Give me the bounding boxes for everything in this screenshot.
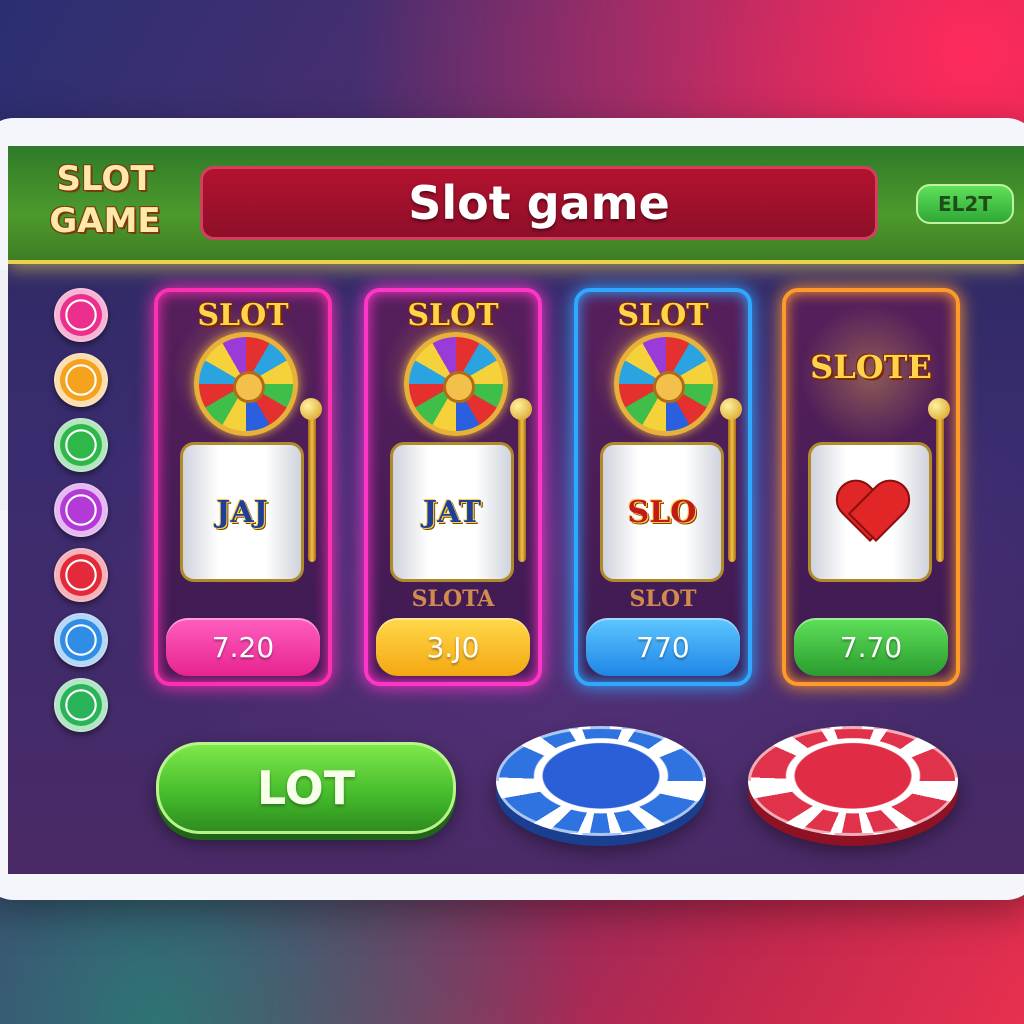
machine-3-win-value: 770 bbox=[586, 618, 740, 676]
level-badge-label: EL2T bbox=[938, 192, 992, 216]
machine-2-reel: JAT bbox=[390, 442, 514, 582]
machine-4-lever-icon[interactable] bbox=[928, 398, 950, 562]
machine-3-win-text: 770 bbox=[636, 630, 690, 664]
machine-3-wheel-icon bbox=[614, 332, 718, 436]
red-chip-button[interactable] bbox=[748, 726, 958, 836]
heart-icon bbox=[836, 482, 904, 542]
machine-3-lever-icon[interactable] bbox=[720, 398, 742, 562]
machine-1-win-value: 7.20 bbox=[166, 618, 320, 676]
machine-3-bottom-label: SLOT bbox=[629, 586, 697, 612]
machine-3-reel: SLO bbox=[600, 442, 724, 582]
machine-2-title: SLOT bbox=[407, 298, 499, 333]
slot-machine-3[interactable]: SLOT SLO SLOT 770 bbox=[574, 288, 752, 686]
blue-chip-button[interactable] bbox=[496, 726, 706, 836]
chip-blue-button[interactable] bbox=[54, 613, 108, 667]
logo-line-1: SLOT bbox=[56, 159, 154, 199]
chip-orange-button[interactable] bbox=[54, 353, 108, 407]
game-screen: SLOT GAME Slot game EL2T SLOT JAJ 7.20 S… bbox=[8, 146, 1024, 874]
chip-purple-button[interactable] bbox=[54, 483, 108, 537]
machine-2-lever-icon[interactable] bbox=[510, 398, 532, 562]
machine-4-win-text: 7.70 bbox=[839, 630, 903, 664]
machine-4-title: SLOTE bbox=[810, 348, 932, 386]
machine-1-lever-icon[interactable] bbox=[300, 398, 322, 562]
chip-red-button[interactable] bbox=[54, 548, 108, 602]
machine-2-win-text: 3.J0 bbox=[426, 630, 480, 664]
machine-2-bottom-label: SLOTA bbox=[411, 586, 495, 612]
machine-2-reel-symbol: JAT bbox=[422, 494, 482, 530]
game-logo: SLOT GAME bbox=[40, 158, 170, 242]
chip-green-button[interactable] bbox=[54, 418, 108, 472]
slot-machine-4[interactable]: SLOTE 7.70 bbox=[782, 288, 960, 686]
chip-teal-button[interactable] bbox=[54, 678, 108, 732]
game-title: Slot game bbox=[408, 176, 670, 230]
chip-selector bbox=[54, 288, 114, 743]
machine-1-title: SLOT bbox=[197, 298, 289, 333]
chip-pink-button[interactable] bbox=[54, 288, 108, 342]
machine-4-reel bbox=[808, 442, 932, 582]
machine-1-wheel-icon bbox=[194, 332, 298, 436]
machine-4-win-value: 7.70 bbox=[794, 618, 948, 676]
spin-button-label: LOT bbox=[256, 761, 356, 815]
machine-2-wheel-icon bbox=[404, 332, 508, 436]
slot-machine-1[interactable]: SLOT JAJ 7.20 bbox=[154, 288, 332, 686]
machine-3-reel-symbol: SLO bbox=[627, 494, 697, 530]
slot-machine-2[interactable]: SLOT JAT SLOTA 3.J0 bbox=[364, 288, 542, 686]
machine-1-reel-symbol: JAJ bbox=[216, 494, 268, 530]
game-title-bar: Slot game bbox=[200, 166, 878, 240]
machine-2-win-value: 3.J0 bbox=[376, 618, 530, 676]
machine-1-reel: JAJ bbox=[180, 442, 304, 582]
level-badge[interactable]: EL2T bbox=[916, 184, 1014, 224]
machine-1-win-text: 7.20 bbox=[211, 630, 275, 664]
logo-line-2: GAME bbox=[49, 201, 161, 241]
spin-button[interactable]: LOT bbox=[156, 742, 456, 834]
game-header: SLOT GAME Slot game EL2T bbox=[8, 146, 1024, 264]
machine-3-title: SLOT bbox=[617, 298, 709, 333]
